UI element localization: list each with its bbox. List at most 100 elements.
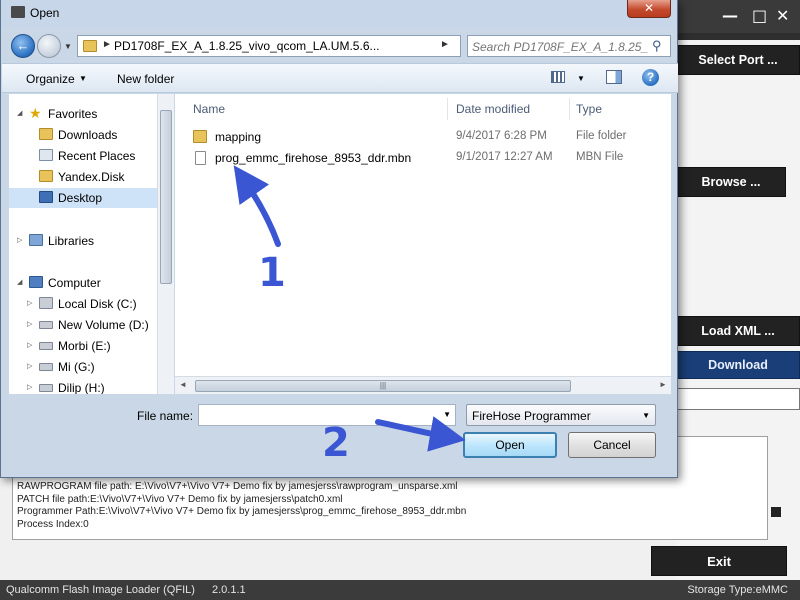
- expander-icon[interactable]: ◢: [17, 109, 22, 117]
- cancel-button[interactable]: Cancel: [568, 432, 656, 458]
- expander-icon[interactable]: ▷: [27, 341, 32, 349]
- nav-downloads[interactable]: Downloads: [9, 125, 159, 145]
- file-type-select[interactable]: FireHose Programmer ▼: [466, 404, 656, 426]
- navigation-pane: ◢ ★ Favorites Downloads Recent Places Ya…: [9, 94, 173, 394]
- chevron-right-icon[interactable]: ►: [102, 39, 112, 50]
- expander-icon[interactable]: ▷: [27, 362, 32, 370]
- expander-icon[interactable]: ▷: [27, 320, 32, 328]
- load-xml-button[interactable]: Load XML ...: [676, 316, 800, 346]
- file-row-programmer[interactable]: prog_emmc_firehose_8953_ddr.mbn 9/1/2017…: [183, 148, 663, 168]
- address-bar[interactable]: ► PD1708F_EX_A_1.8.25_vivo_qcom_LA.UM.5.…: [77, 35, 532, 57]
- file-type: File folder: [576, 130, 627, 142]
- nav-libraries[interactable]: ▷ Libraries: [9, 231, 159, 251]
- log-lines: RAWPROGRAM file path: E:\Vivo\V7+\Vivo V…: [17, 481, 466, 531]
- drive-icon: [39, 363, 53, 371]
- star-icon: ★: [29, 105, 42, 121]
- recent-locations-dropdown[interactable]: ▼: [64, 42, 72, 51]
- nav-label: Mi (G:): [58, 360, 95, 374]
- expander-icon[interactable]: ◢: [17, 278, 22, 286]
- horizontal-scrollbar[interactable]: ◄ ||| ►: [175, 376, 671, 394]
- nav-recent-places[interactable]: Recent Places: [9, 146, 159, 166]
- step-1-label: 1: [258, 250, 286, 296]
- step-2-label: 2: [322, 420, 350, 466]
- storage-type: Storage Type:eMMC: [687, 584, 788, 596]
- libraries-icon: [29, 234, 43, 246]
- file-type-value: FireHose Programmer: [472, 409, 591, 423]
- forward-button[interactable]: [37, 34, 61, 58]
- exit-button[interactable]: Exit: [651, 546, 787, 576]
- column-header-type[interactable]: Type: [576, 102, 602, 116]
- recent-places-icon: [39, 149, 53, 161]
- nav-drive-d[interactable]: ▷ New Volume (D:): [9, 315, 159, 335]
- downloads-folder-icon: [39, 128, 53, 140]
- search-box[interactable]: ⚲: [467, 35, 671, 57]
- scroll-left-icon[interactable]: ◄: [179, 380, 187, 389]
- expander-icon[interactable]: ▷: [17, 236, 22, 244]
- nav-favorites[interactable]: ◢ ★ Favorites: [9, 104, 159, 124]
- nav-scrollbar[interactable]: [157, 94, 174, 394]
- restore-icon[interactable]: □: [752, 6, 767, 25]
- nav-label: New Volume (D:): [58, 318, 149, 332]
- column-header-date[interactable]: Date modified: [456, 102, 530, 116]
- close-icon: ✕: [643, 1, 655, 15]
- file-icon: [195, 151, 206, 165]
- new-folder-button[interactable]: New folder: [117, 72, 174, 86]
- nav-desktop[interactable]: Desktop: [9, 188, 159, 208]
- nav-label: Local Disk (C:): [58, 297, 137, 311]
- nav-drive-e[interactable]: ▷ Morbi (E:): [9, 336, 159, 356]
- nav-label: Favorites: [48, 107, 98, 121]
- select-port-button[interactable]: Select Port ...: [676, 45, 800, 75]
- file-name-label: File name:: [137, 409, 194, 423]
- preview-pane-icon[interactable]: [606, 70, 622, 84]
- chevron-right-icon[interactable]: ►: [440, 39, 450, 50]
- column-divider[interactable]: [447, 98, 448, 120]
- nav-drive-c[interactable]: ▷ Local Disk (C:): [9, 294, 159, 314]
- help-icon[interactable]: ?: [642, 69, 659, 86]
- log-line: Process Index:0: [17, 518, 89, 530]
- search-icon[interactable]: ⚲: [652, 38, 662, 54]
- statusbar: Qualcomm Flash Image Loader (QFIL) 2.0.1…: [0, 580, 800, 600]
- scroll-right-icon[interactable]: ►: [659, 380, 667, 389]
- search-input[interactable]: [472, 39, 648, 54]
- chevron-down-icon[interactable]: ▼: [79, 74, 87, 83]
- file-date: 9/1/2017 12:27 AM: [456, 151, 553, 163]
- address-path[interactable]: PD1708F_EX_A_1.8.25_vivo_qcom_LA.UM.5.6.…: [114, 39, 380, 53]
- dialog-close-button[interactable]: ✕: [627, 0, 671, 18]
- nav-drive-h[interactable]: ▷ Dilip (H:): [9, 378, 159, 394]
- download-button[interactable]: Download: [676, 351, 800, 379]
- browse-button[interactable]: Browse ...: [676, 167, 786, 197]
- file-row-mapping[interactable]: mapping 9/4/2017 6:28 PM File folder: [183, 127, 663, 147]
- drive-icon: [39, 321, 53, 329]
- horizontal-scrollbar-thumb[interactable]: |||: [195, 380, 571, 392]
- nav-drive-g[interactable]: ▷ Mi (G:): [9, 357, 159, 377]
- organize-menu[interactable]: Organize: [26, 72, 75, 86]
- drive-icon: [39, 342, 53, 350]
- nav-label: Libraries: [48, 234, 95, 248]
- nav-yandex-disk[interactable]: Yandex.Disk: [9, 167, 159, 187]
- app-name: Qualcomm Flash Image Loader (QFIL): [6, 584, 195, 596]
- expander-icon[interactable]: ▷: [27, 383, 32, 391]
- qfil-text-field[interactable]: [676, 388, 800, 410]
- expander-icon[interactable]: ▷: [27, 299, 32, 307]
- column-divider[interactable]: [569, 98, 570, 120]
- nav-label: Downloads: [58, 128, 118, 142]
- log-line: PATCH file path:E:\Vivo\V7+\Vivo V7+ Dem…: [17, 493, 343, 505]
- views-icon[interactable]: [551, 71, 565, 83]
- file-type: MBN File: [576, 151, 624, 163]
- column-header-name[interactable]: Name: [193, 102, 225, 116]
- nav-computer[interactable]: ◢ Computer: [9, 273, 159, 293]
- chevron-down-icon[interactable]: ▼: [577, 74, 585, 83]
- nav-scrollbar-thumb[interactable]: [160, 110, 172, 284]
- chevron-down-icon[interactable]: ▼: [443, 410, 451, 419]
- open-button[interactable]: Open: [463, 432, 557, 458]
- file-name: prog_emmc_firehose_8953_ddr.mbn: [215, 151, 412, 165]
- nav-label: Yandex.Disk: [58, 170, 125, 184]
- log-scroll-handle[interactable]: [771, 507, 781, 517]
- computer-icon: [29, 276, 43, 288]
- minimize-icon[interactable]: —: [722, 6, 738, 25]
- back-button[interactable]: ←: [11, 34, 35, 58]
- nav-label: Desktop: [58, 191, 103, 205]
- chevron-down-icon[interactable]: ▼: [642, 411, 650, 420]
- close-icon[interactable]: ✕: [776, 6, 789, 25]
- drive-icon: [39, 384, 53, 392]
